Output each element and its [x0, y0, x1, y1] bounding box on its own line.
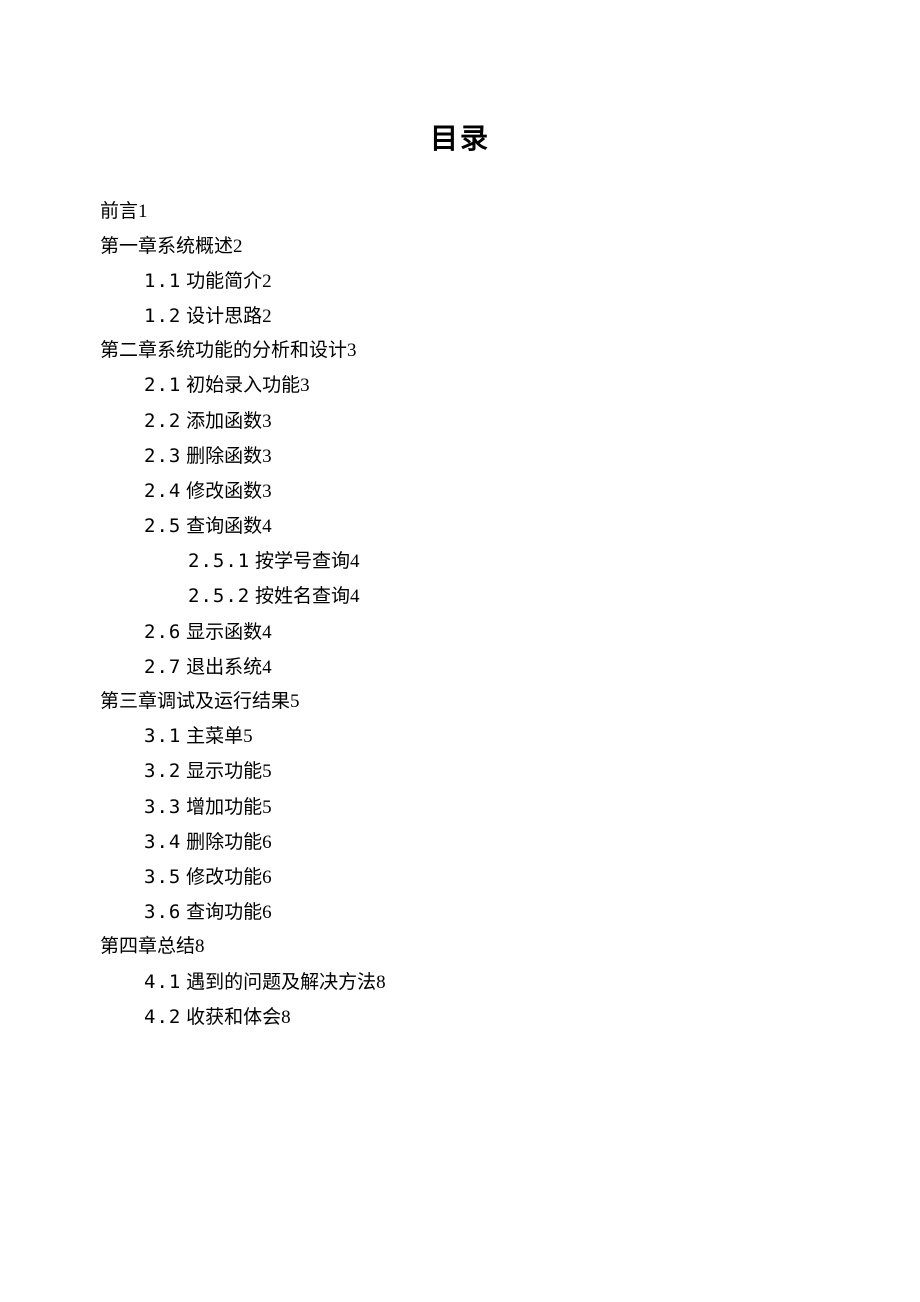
- toc-entry-page: 6: [262, 867, 272, 888]
- toc-entry: 2.3 删除函数3: [100, 439, 820, 474]
- toc-entry-page: 2: [262, 271, 272, 292]
- toc-entry: 2.1 初始录入功能3: [100, 368, 820, 403]
- toc-entry-page: 4: [262, 516, 272, 537]
- toc-entry-number: 2.7: [144, 656, 181, 678]
- toc-entry: 第二章系统功能的分析和设计3: [100, 334, 820, 368]
- toc-entry-page: 5: [290, 691, 300, 712]
- toc-entry: 3.6 查询功能6: [100, 895, 820, 930]
- toc-entry-number: 2.5: [144, 515, 181, 537]
- toc-entry-page: 5: [262, 761, 272, 782]
- toc-entry: 第四章总结8: [100, 930, 820, 964]
- toc-entry-number: 4.2: [144, 1006, 181, 1028]
- toc-entry-text: 退出系统: [186, 657, 262, 678]
- toc-entry-page: 6: [262, 902, 272, 923]
- toc-entry-number: 4.1: [144, 971, 181, 993]
- toc-entry-text: 添加函数: [186, 411, 262, 432]
- toc-entry-number: 2.2: [144, 410, 181, 432]
- toc-entry-text: 收获和体会: [186, 1007, 281, 1028]
- toc-entry-text: 功能简介: [186, 271, 262, 292]
- toc-entry-page: 2: [262, 306, 272, 327]
- toc-entry-page: 8: [281, 1007, 291, 1028]
- toc-entry-text: 删除函数: [186, 446, 262, 467]
- toc-entry-page: 3: [262, 411, 272, 432]
- toc-entry-page: 3: [347, 340, 357, 361]
- toc-entry: 3.2 显示功能5: [100, 754, 820, 789]
- toc-entry-number: 3.5: [144, 866, 181, 888]
- toc-entry-number: 3.3: [144, 796, 181, 818]
- toc-entry-text: 显示功能: [186, 761, 262, 782]
- toc-entry: 第三章调试及运行结果5: [100, 685, 820, 719]
- toc-entry-text: 初始录入功能: [186, 375, 300, 396]
- toc-entry-page: 4: [262, 657, 272, 678]
- toc-entry-page: 2: [233, 236, 243, 257]
- toc-entry-text: 显示函数: [186, 622, 262, 643]
- toc-entry: 第一章系统概述2: [100, 230, 820, 264]
- toc-entry-number: 2.4: [144, 480, 181, 502]
- toc-entry-number: 1.1: [144, 270, 181, 292]
- toc-entry-text: 修改函数: [186, 481, 262, 502]
- toc-entry-number: 2.6: [144, 621, 181, 643]
- toc-entry: 2.5.1 按学号查询4: [100, 544, 820, 579]
- toc-entry-text: 第四章总结: [100, 936, 195, 957]
- toc-entry-page: 4: [350, 551, 360, 572]
- toc-entry-page: 4: [262, 622, 272, 643]
- toc-entry-number: 2.1: [144, 374, 181, 396]
- toc-entry-page: 6: [262, 832, 272, 853]
- toc-entry: 2.4 修改函数3: [100, 474, 820, 509]
- toc-entry-page: 1: [138, 201, 148, 222]
- toc-entry-number: 3.2: [144, 760, 181, 782]
- toc-entry-number: 1.2: [144, 305, 181, 327]
- toc-entry: 2.5 查询函数4: [100, 509, 820, 544]
- toc-entry-page: 3: [262, 446, 272, 467]
- toc-entry: 2.5.2 按姓名查询4: [100, 579, 820, 614]
- toc-entry-text: 按学号查询: [255, 551, 350, 572]
- toc-entry-text: 增加功能: [186, 797, 262, 818]
- toc-entry-page: 5: [243, 726, 253, 747]
- toc-entry: 1.2 设计思路2: [100, 299, 820, 334]
- toc-entry: 1.1 功能简介2: [100, 264, 820, 299]
- toc-entry-number: 3.6: [144, 901, 181, 923]
- toc-entry-text: 设计思路: [186, 306, 262, 327]
- toc-entry-text: 查询功能: [186, 902, 262, 923]
- toc-entry-page: 5: [262, 797, 272, 818]
- toc-entry: 3.3 增加功能5: [100, 790, 820, 825]
- toc-entry: 4.2 收获和体会8: [100, 1000, 820, 1035]
- toc-entry-number: 2.5.2: [188, 585, 250, 607]
- toc-entry-number: 2.3: [144, 445, 181, 467]
- toc-entry-page: 4: [350, 586, 360, 607]
- toc-entry-text: 删除功能: [186, 832, 262, 853]
- toc-entry: 2.2 添加函数3: [100, 404, 820, 439]
- toc-entry-page: 8: [195, 936, 205, 957]
- toc-entry-text: 主菜单: [186, 726, 243, 747]
- toc-entry-page: 3: [262, 481, 272, 502]
- toc-entry-text: 前言: [100, 201, 138, 222]
- toc-entry-text: 遇到的问题及解决方法: [186, 972, 376, 993]
- toc-entry-number: 3.1: [144, 725, 181, 747]
- toc-entry: 前言1: [100, 195, 820, 229]
- toc-entry: 3.4 删除功能6: [100, 825, 820, 860]
- table-of-contents: 前言1第一章系统概述21.1 功能简介21.2 设计思路2第二章系统功能的分析和…: [100, 195, 820, 1035]
- toc-entry: 3.1 主菜单5: [100, 719, 820, 754]
- toc-entry-page: 8: [376, 972, 386, 993]
- toc-entry-text: 第二章系统功能的分析和设计: [100, 340, 347, 361]
- toc-entry: 2.7 退出系统4: [100, 650, 820, 685]
- toc-entry: 3.5 修改功能6: [100, 860, 820, 895]
- toc-entry-text: 修改功能: [186, 867, 262, 888]
- toc-entry-number: 2.5.1: [188, 550, 250, 572]
- toc-entry-text: 第三章调试及运行结果: [100, 691, 290, 712]
- toc-entry: 4.1 遇到的问题及解决方法8: [100, 965, 820, 1000]
- toc-entry-text: 查询函数: [186, 516, 262, 537]
- toc-entry-text: 第一章系统概述: [100, 236, 233, 257]
- toc-entry-page: 3: [300, 375, 310, 396]
- toc-entry-number: 3.4: [144, 831, 181, 853]
- toc-entry-text: 按姓名查询: [255, 586, 350, 607]
- toc-entry: 2.6 显示函数4: [100, 615, 820, 650]
- document-title: 目录: [100, 115, 820, 165]
